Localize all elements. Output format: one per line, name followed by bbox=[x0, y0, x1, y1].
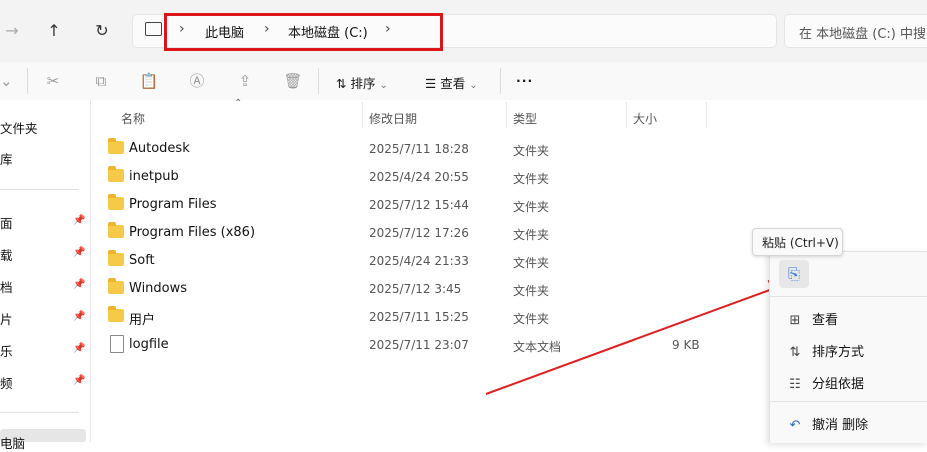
group-icon: ☷ bbox=[789, 377, 801, 392]
menu-item-label: 查看 bbox=[812, 313, 839, 328]
menu-item-sort-by[interactable]: ⇅ 排序方式 bbox=[786, 341, 864, 360]
menu-divider bbox=[770, 296, 927, 297]
sort-icon: ⇅ bbox=[789, 345, 801, 360]
menu-item-label: 排序方式 bbox=[812, 345, 865, 360]
grid-icon: ⊞ bbox=[789, 313, 801, 328]
menu-item-group-by[interactable]: ☷ 分组依据 bbox=[786, 373, 864, 392]
paste-icon: ⎘ bbox=[787, 265, 800, 283]
menu-item-label: 撤消 删除 bbox=[812, 418, 869, 433]
context-paste-button[interactable]: ⎘ bbox=[779, 260, 809, 288]
tooltip-text: 粘贴 (Ctrl+V) bbox=[762, 236, 839, 250]
menu-item-label: 分组依据 bbox=[812, 377, 865, 392]
paste-tooltip: 粘贴 (Ctrl+V) bbox=[752, 228, 843, 256]
menu-item-undo-delete[interactable]: ↶ 撤消 删除 bbox=[786, 414, 869, 433]
undo-icon: ↶ bbox=[789, 418, 801, 433]
menu-item-view[interactable]: ⊞ 查看 bbox=[786, 309, 838, 328]
menu-divider bbox=[770, 401, 927, 402]
